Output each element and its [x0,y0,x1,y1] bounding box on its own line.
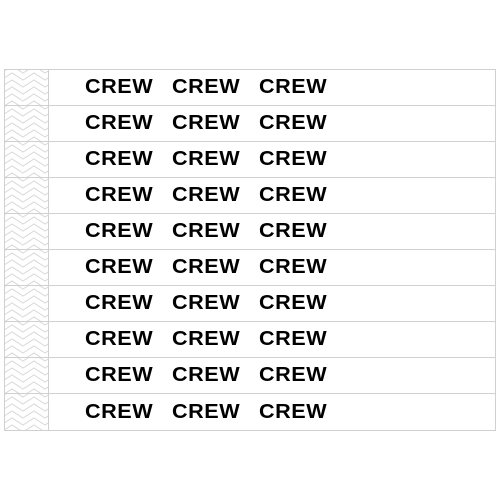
crew-label: CREW [172,256,240,279]
crew-label: CREW [259,112,327,135]
crew-label: CREW [259,256,327,279]
crew-label: CREW [85,184,153,207]
crew-label: CREW [85,148,153,171]
crew-label: CREW [259,328,327,351]
wristband-row: CREW CREW CREW [5,106,495,142]
adhesive-tab [5,214,49,249]
wristband-row: CREW CREW CREW [5,358,495,394]
adhesive-tab [5,394,49,430]
band-label-area: CREW CREW CREW [49,286,495,321]
crew-label: CREW [259,292,327,315]
wristband-row: CREW CREW CREW [5,322,495,358]
crew-label: CREW [172,328,240,351]
crew-label: CREW [85,364,153,387]
wristband-row: CREW CREW CREW [5,286,495,322]
band-label-area: CREW CREW CREW [49,142,495,177]
crew-label: CREW [259,364,327,387]
crew-label: CREW [172,76,240,99]
crew-label: CREW [172,364,240,387]
adhesive-tab [5,250,49,285]
crew-label: CREW [172,292,240,315]
crew-label: CREW [259,220,327,243]
adhesive-tab [5,358,49,393]
wristband-row: CREW CREW CREW [5,142,495,178]
adhesive-tab [5,142,49,177]
crew-label: CREW [172,112,240,135]
wristband-row: CREW CREW CREW [5,394,495,430]
adhesive-tab [5,178,49,213]
crew-label: CREW [259,148,327,171]
band-label-area: CREW CREW CREW [49,358,495,393]
adhesive-tab [5,70,49,105]
wristband-row: CREW CREW CREW [5,70,495,106]
band-label-area: CREW CREW CREW [49,322,495,357]
wristband-row: CREW CREW CREW [5,214,495,250]
crew-label: CREW [259,76,327,99]
adhesive-tab [5,322,49,357]
crew-label: CREW [85,112,153,135]
crew-label: CREW [85,256,153,279]
crew-label: CREW [172,148,240,171]
band-label-area: CREW CREW CREW [49,70,495,105]
band-label-area: CREW CREW CREW [49,106,495,141]
wristband-sheet: CREWCREWCREWCREWCREWCREWCREWCREWCREWCREW… [4,69,496,431]
adhesive-tab [5,286,49,321]
wristband-row: CREW CREW CREW [5,178,495,214]
wristband-row: CREW CREW CREW [5,250,495,286]
crew-label: CREW [85,401,153,424]
crew-label: CREW [172,220,240,243]
band-label-area: CREW CREW CREW [49,394,495,430]
crew-label: CREW [85,292,153,315]
crew-label: CREW [85,328,153,351]
band-label-area: CREW CREW CREW [49,214,495,249]
crew-label: CREW [85,76,153,99]
crew-label: CREW [259,184,327,207]
crew-label: CREW [85,220,153,243]
crew-label: CREW [172,401,240,424]
crew-label: CREW [259,401,327,424]
adhesive-tab [5,106,49,141]
crew-label: CREW [172,184,240,207]
band-label-area: CREW CREW CREW [49,178,495,213]
band-label-area: CREW CREW CREW [49,250,495,285]
